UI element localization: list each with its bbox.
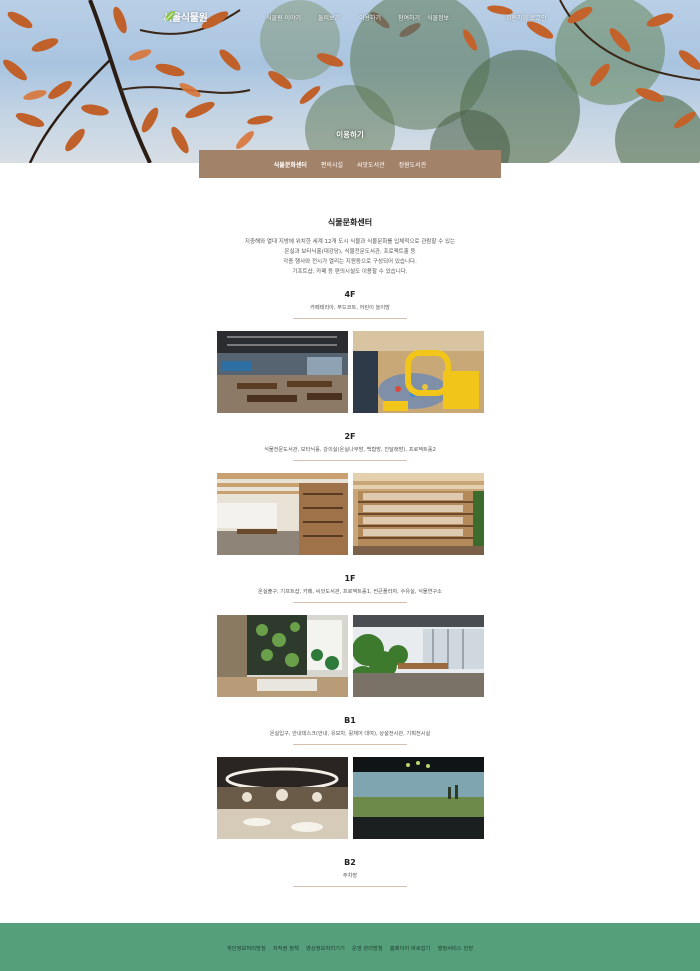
leaf-logo-icon xyxy=(164,11,175,22)
library-hall-photo xyxy=(217,473,348,555)
footer-link-operation[interactable]: 운영 관리방침 xyxy=(352,944,383,952)
floor-divider xyxy=(293,460,407,461)
footer-link-privacy[interactable]: 개인정보처리방침 xyxy=(227,944,266,952)
floor-desc-2f: 식물전문도서관, 보타닉홀, 강의실(온실나무방, 백합방, 진달래방), 프로… xyxy=(264,447,436,453)
floor-divider xyxy=(293,602,407,603)
footer-links: 개인정보처리방침 저작권 정책 영상정보처리기기 운영 관리방침 홈페이지 바로… xyxy=(0,944,700,952)
site-logo[interactable]: 서울식물원 xyxy=(163,9,208,24)
footer-link-cctv[interactable]: 영상정보처리기기 xyxy=(306,944,345,952)
cafe-garden-photo xyxy=(353,615,484,697)
cafeteria-photo xyxy=(217,331,348,413)
intro-line: 온실과 보타닉홀(대강당), 식물전문도서관, 프로젝트홀 등 xyxy=(284,249,416,255)
floor-label-1f: 1F xyxy=(344,574,356,583)
nav-item-story[interactable]: 식물원 이야기 xyxy=(266,13,301,22)
intro-text: 지중해와 열대 지방에 위치한 세계 12개 도시 식물과 식물문화를 입체적으… xyxy=(0,237,700,277)
nav-item-participate[interactable]: 참여하기 xyxy=(398,13,420,22)
floor-divider xyxy=(293,318,407,319)
floor-label-2f: 2F xyxy=(344,432,356,441)
nav-item-tour[interactable]: 둘러보기 xyxy=(318,13,340,22)
section-title: 식물문화센터 xyxy=(327,218,373,227)
footer-link-copyright[interactable]: 저작권 정책 xyxy=(273,944,299,952)
floor-divider xyxy=(293,886,407,887)
submenu-item-amenities[interactable]: 편의시설 xyxy=(314,160,350,169)
footer-link-charter[interactable]: 행정서비스 헌장 xyxy=(437,944,473,952)
submenu-bar: 식물문화센터 편의시설 씨앗도서관 정원도서관 xyxy=(199,150,501,178)
nav-item-plant-info[interactable]: 식물정보 xyxy=(427,13,449,22)
panorama-exhibit-photo xyxy=(353,757,484,839)
hero-banner: 서울식물원 식물원 이야기 둘러보기 이용하기 참여하기 식물정보 회원가입 로… xyxy=(0,0,700,163)
page-title: 이용하기 xyxy=(336,130,364,139)
signup-link[interactable]: 회원가입 xyxy=(506,13,528,22)
floor-desc-b1: 온실입구, 안내데스크(안내, 유모차, 휠체어 대여), 상설전시관, 기획전… xyxy=(269,731,431,737)
floor-desc-4f: 카페테리아, 푸드코트, 어린이 놀이방 xyxy=(310,305,390,311)
floor-label-b1: B1 xyxy=(344,716,356,725)
floor-desc-b2: 주차장 xyxy=(342,873,358,879)
submenu-item-culture-center[interactable]: 식물문화센터 xyxy=(267,160,314,169)
floor-divider xyxy=(293,744,407,745)
submenu-item-seed-library[interactable]: 씨앗도서관 xyxy=(350,160,392,169)
floor-desc-1f: 온실출구, 기프트샵, 카페, 씨앗도서관, 프로젝트홀1, 썬큰플라자, 수유… xyxy=(258,589,442,595)
submenu-item-garden-library[interactable]: 정원도서관 xyxy=(392,160,434,169)
intro-line: 기프트샵, 카페 등 편의시설도 이용할 수 있습니다. xyxy=(292,269,408,275)
exhibition-hall-photo xyxy=(217,757,348,839)
floor-label-b2: B2 xyxy=(344,858,356,867)
seed-library-photo xyxy=(217,615,348,697)
intro-line: 각종 행사와 전시가 열리는 지원동으로 구성되어 있습니다. xyxy=(283,259,417,265)
footer-link-correction[interactable]: 홈페이지 바로잡기 xyxy=(390,944,431,952)
intro-line: 지중해와 열대 지방에 위치한 세계 12개 도시 식물과 식물문화를 입체적으… xyxy=(244,239,456,245)
kids-playroom-photo xyxy=(353,331,484,413)
floor-label-4f: 4F xyxy=(344,290,356,299)
login-link[interactable]: 로그인 xyxy=(530,13,547,22)
top-navigation: 서울식물원 식물원 이야기 둘러보기 이용하기 참여하기 식물정보 회원가입 로… xyxy=(0,0,700,34)
footer: 개인정보처리방침 저작권 정책 영상정보처리기기 운영 관리방침 홈페이지 바로… xyxy=(0,923,700,971)
nav-item-use[interactable]: 이용하기 xyxy=(359,13,381,22)
library-shelves-photo xyxy=(353,473,484,555)
